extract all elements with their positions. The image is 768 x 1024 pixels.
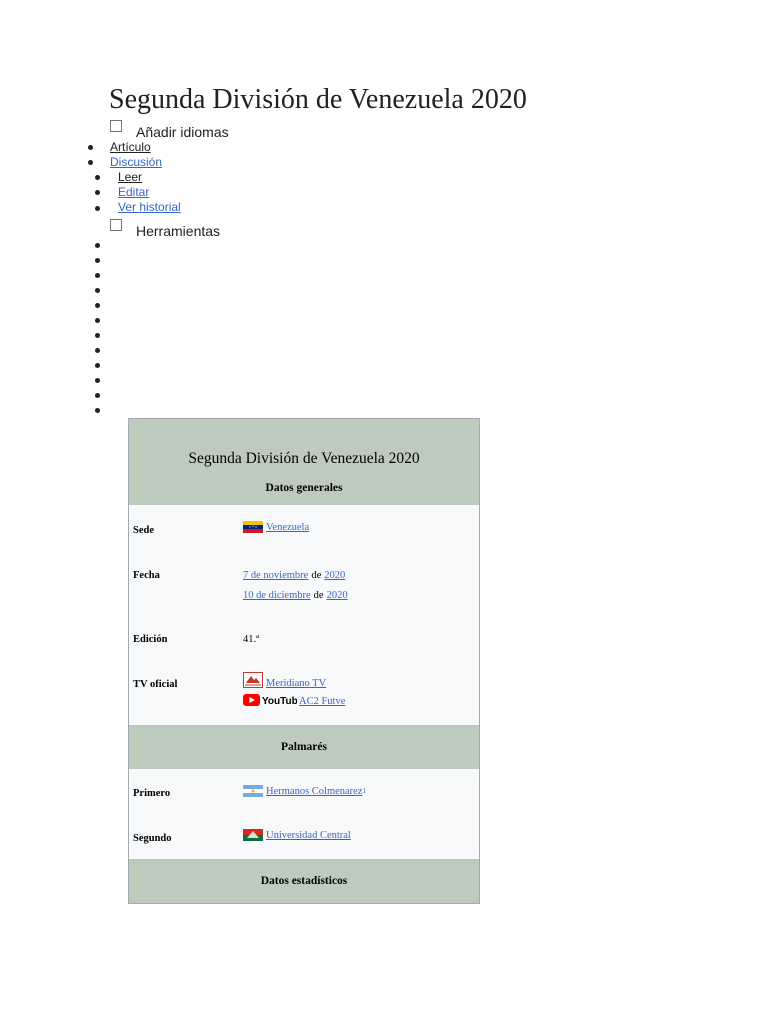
fecha-end-year-link[interactable]: 2020 (327, 590, 348, 601)
language-toggle[interactable]: Añadir idiomas (110, 120, 229, 140)
fecha-row-1: 7 de noviembre de 2020 (243, 570, 345, 581)
list-bullet (95, 408, 100, 413)
tv-row-1: Meridiano TV (243, 671, 326, 689)
list-bullet (95, 333, 100, 338)
list-bullet (95, 378, 100, 383)
hermanos-colmenarez-crest-icon (243, 785, 263, 797)
svg-text:YouTube: YouTube (262, 696, 297, 707)
fecha-end-link[interactable]: 10 de diciembre (243, 590, 311, 601)
fecha-start-year-link[interactable]: 2020 (324, 570, 345, 581)
list-bullet (95, 288, 100, 293)
language-checkbox[interactable] (110, 120, 122, 132)
fecha-start-link[interactable]: 7 de noviembre (243, 570, 308, 581)
segundo-label: Segundo (133, 833, 172, 844)
meridiano-logo-icon (243, 672, 263, 688)
primero-link[interactable]: Hermanos Colmenarez (266, 786, 363, 797)
fecha-label: Fecha (133, 570, 160, 581)
list-bullet (95, 190, 100, 195)
infobox: Segunda División de Venezuela 2020 Datos… (128, 418, 480, 904)
fecha-de: de (313, 590, 324, 601)
list-bullet (95, 175, 100, 180)
language-label[interactable]: Añadir idiomas (136, 124, 229, 140)
sede-link[interactable]: Venezuela (266, 522, 309, 533)
view-historial[interactable]: Ver historial (118, 200, 181, 214)
list-bullet (95, 393, 100, 398)
edicion-value: 41.ª (243, 634, 260, 645)
section-datos-generales: Datos generales (265, 482, 343, 494)
tools-toggle[interactable]: Herramientas (110, 219, 220, 239)
list-bullet (95, 243, 100, 248)
meridiano-link[interactable]: Meridiano TV (266, 678, 326, 689)
universidad-central-crest-icon (243, 829, 263, 841)
list-bullet (95, 303, 100, 308)
list-bullet (95, 206, 100, 211)
section-palmares: Palmarés (129, 725, 479, 769)
section-datos-estadisticos: Datos estadísticos (129, 859, 479, 903)
tv-row-2: YouTube AC2 Futve (243, 693, 345, 707)
list-bullet (88, 160, 93, 165)
sede-value: Venezuela (243, 521, 309, 533)
youtube-logo-icon: YouTube (243, 694, 297, 707)
tools-label[interactable]: Herramientas (136, 223, 220, 239)
tab-articulo[interactable]: Artículo (110, 140, 151, 154)
page-title: Segunda División de Venezuela 2020 (109, 84, 527, 115)
tv-label: TV oficial (133, 679, 178, 690)
list-bullet (95, 348, 100, 353)
segundo-link[interactable]: Universidad Central (266, 830, 351, 841)
view-leer[interactable]: Leer (118, 170, 142, 184)
tab-discusion[interactable]: Discusión (110, 155, 162, 169)
tools-checkbox[interactable] (110, 219, 122, 231)
primero-value: Hermanos Colmenarez 1 (243, 785, 366, 797)
primero-label: Primero (133, 788, 171, 799)
ac2-futve-link[interactable]: AC2 Futve (299, 696, 345, 707)
list-bullet (88, 145, 93, 150)
primero-footnote[interactable]: 1 (363, 787, 367, 795)
edicion-label: Edición (133, 634, 168, 645)
view-editar[interactable]: Editar (118, 185, 149, 199)
list-bullet (95, 258, 100, 263)
list-bullet (95, 363, 100, 368)
venezuela-flag-icon (243, 521, 263, 533)
list-bullet (95, 273, 100, 278)
fecha-row-2: 10 de diciembre de 2020 (243, 590, 348, 601)
segundo-value: Universidad Central (243, 829, 351, 841)
sede-label: Sede (133, 525, 154, 536)
fecha-de: de (311, 570, 322, 581)
list-bullet (95, 318, 100, 323)
